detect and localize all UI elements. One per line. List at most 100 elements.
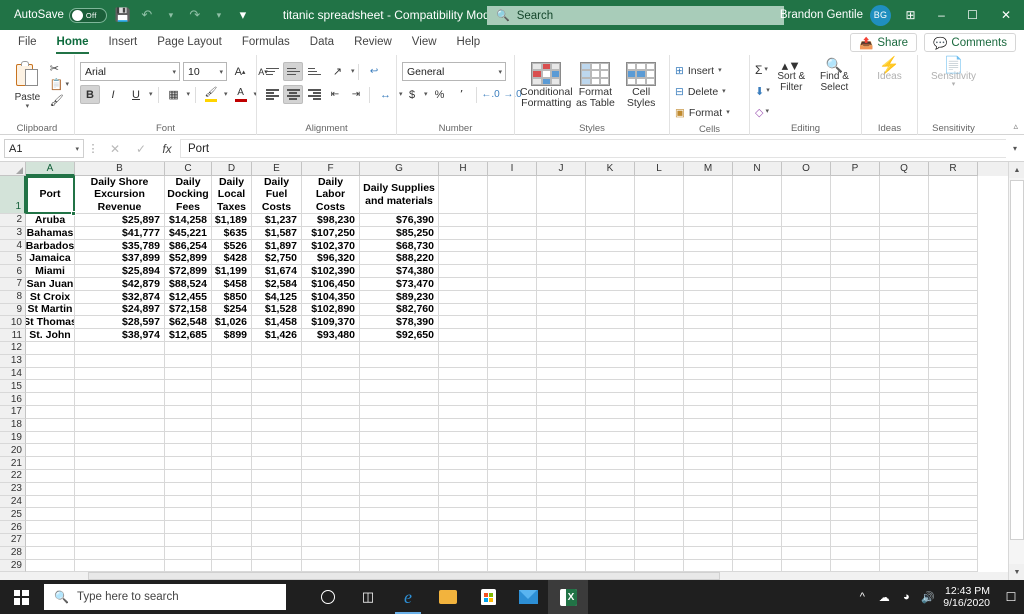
cell-Q16[interactable]: [880, 393, 929, 406]
cell-D11[interactable]: $899: [212, 329, 252, 342]
cell-M12[interactable]: [684, 341, 733, 355]
cell-H21[interactable]: [439, 457, 488, 470]
cell-G21[interactable]: [360, 457, 439, 470]
cell-O7[interactable]: [782, 277, 831, 291]
copy-button[interactable]: 📋 ▾: [50, 78, 69, 91]
cell-R7[interactable]: [929, 277, 978, 291]
column-header-G[interactable]: G: [360, 162, 439, 176]
cell-J8[interactable]: [537, 290, 586, 304]
row-header-6[interactable]: 6: [0, 265, 26, 278]
cell-G28[interactable]: [360, 546, 439, 560]
cell-K13[interactable]: [586, 354, 635, 368]
decrease-indent-button[interactable]: ⇤: [325, 85, 345, 104]
format-painter-button[interactable]: 🖌: [50, 94, 69, 107]
cell-B10[interactable]: $28,597: [75, 316, 165, 330]
cell-I7[interactable]: [488, 277, 537, 291]
cell-N27[interactable]: [733, 533, 782, 547]
cell-E27[interactable]: [252, 533, 302, 547]
cell-J21[interactable]: [537, 457, 586, 470]
row-header-11[interactable]: 11: [0, 329, 26, 342]
cell-G17[interactable]: [360, 405, 439, 419]
row-header-14[interactable]: 14: [0, 367, 26, 381]
cell-K12[interactable]: [586, 341, 635, 355]
bold-button[interactable]: B: [80, 85, 100, 104]
autosum-dropdown-icon[interactable]: ▾: [764, 66, 768, 73]
cell-E26[interactable]: [252, 521, 302, 534]
cell-G8[interactable]: $89,230: [360, 290, 439, 304]
cell-H9[interactable]: [439, 303, 488, 317]
cell-D14[interactable]: [212, 367, 252, 381]
redo-dropdown-icon[interactable]: ▾: [207, 3, 231, 27]
cell-N8[interactable]: [733, 290, 782, 304]
cell-J23[interactable]: [537, 482, 586, 496]
row-header-24[interactable]: 24: [0, 495, 26, 509]
cell-G15[interactable]: [360, 380, 439, 394]
cell-P14[interactable]: [831, 367, 880, 381]
cell-F13[interactable]: [302, 354, 360, 368]
cell-C3[interactable]: $45,221: [165, 226, 212, 240]
cell-I15[interactable]: [488, 380, 537, 394]
delete-dropdown-icon[interactable]: ▾: [722, 88, 726, 95]
cell-R20[interactable]: [929, 444, 978, 458]
align-top-button[interactable]: [262, 62, 282, 81]
horizontal-scrollbar[interactable]: [0, 572, 1008, 580]
cell-F17[interactable]: [302, 405, 360, 419]
row-header-17[interactable]: 17: [0, 405, 26, 419]
cell-J4[interactable]: [537, 239, 586, 253]
align-right-button[interactable]: [304, 85, 324, 104]
cell-N19[interactable]: [733, 431, 782, 445]
cell-D29[interactable]: [212, 559, 252, 573]
percent-button[interactable]: %: [430, 85, 450, 104]
format-dropdown-icon[interactable]: ▾: [726, 109, 730, 116]
cell-P9[interactable]: [831, 303, 880, 317]
fill-button[interactable]: ⬇ ▾: [755, 81, 770, 101]
cell-C27[interactable]: [165, 533, 212, 547]
cell-L26[interactable]: [635, 521, 684, 534]
ribbon-display-options-icon[interactable]: ⊞: [895, 0, 926, 30]
edge-icon[interactable]: e: [388, 580, 428, 614]
cell-A15[interactable]: [26, 380, 75, 394]
cell-I11[interactable]: [488, 329, 537, 342]
cell-B7[interactable]: $42,879: [75, 277, 165, 291]
cell-G3[interactable]: $85,250: [360, 226, 439, 240]
scroll-up-arrow-icon[interactable]: ▲: [1009, 162, 1024, 178]
cell-O28[interactable]: [782, 546, 831, 560]
fill-handle[interactable]: [71, 211, 76, 216]
cell-P24[interactable]: [831, 495, 880, 509]
cell-C18[interactable]: [165, 418, 212, 432]
cells-area[interactable]: Port Daily Shore Excursion Revenue Daily D…: [26, 176, 1024, 580]
delete-cells-button[interactable]: ⊟ Delete ▾: [675, 81, 730, 102]
cell-Q27[interactable]: [880, 533, 929, 547]
cell-F20[interactable]: [302, 444, 360, 458]
column-header-M[interactable]: M: [684, 162, 733, 176]
cell-I14[interactable]: [488, 367, 537, 381]
cell-O21[interactable]: [782, 457, 831, 470]
font-color-button[interactable]: A: [231, 85, 251, 104]
name-box[interactable]: A1 ▾: [4, 139, 84, 158]
cell-F4[interactable]: $102,370: [302, 239, 360, 253]
cell-Q8[interactable]: [880, 290, 929, 304]
cell-K21[interactable]: [586, 457, 635, 470]
align-center-button[interactable]: [283, 85, 303, 104]
column-header-F[interactable]: F: [302, 162, 360, 176]
cell-P4[interactable]: [831, 239, 880, 253]
cell-I22[interactable]: [488, 469, 537, 483]
cell-A18[interactable]: [26, 418, 75, 432]
cell-D15[interactable]: [212, 380, 252, 394]
wifi-icon[interactable]: ◕: [895, 591, 917, 603]
copy-dropdown-icon[interactable]: ▾: [65, 81, 69, 88]
cell-C24[interactable]: [165, 495, 212, 509]
cell-Q10[interactable]: [880, 316, 929, 330]
cell-E28[interactable]: [252, 546, 302, 560]
cell-H10[interactable]: [439, 316, 488, 330]
tab-insert[interactable]: Insert: [98, 31, 147, 55]
cell-P17[interactable]: [831, 405, 880, 419]
cell-H2[interactable]: [439, 214, 488, 227]
cell-M13[interactable]: [684, 354, 733, 368]
cell-P5[interactable]: [831, 252, 880, 266]
cell-C26[interactable]: [165, 521, 212, 534]
cell-L3[interactable]: [635, 226, 684, 240]
cell-K26[interactable]: [586, 521, 635, 534]
cell-O22[interactable]: [782, 469, 831, 483]
cell-Q7[interactable]: [880, 277, 929, 291]
